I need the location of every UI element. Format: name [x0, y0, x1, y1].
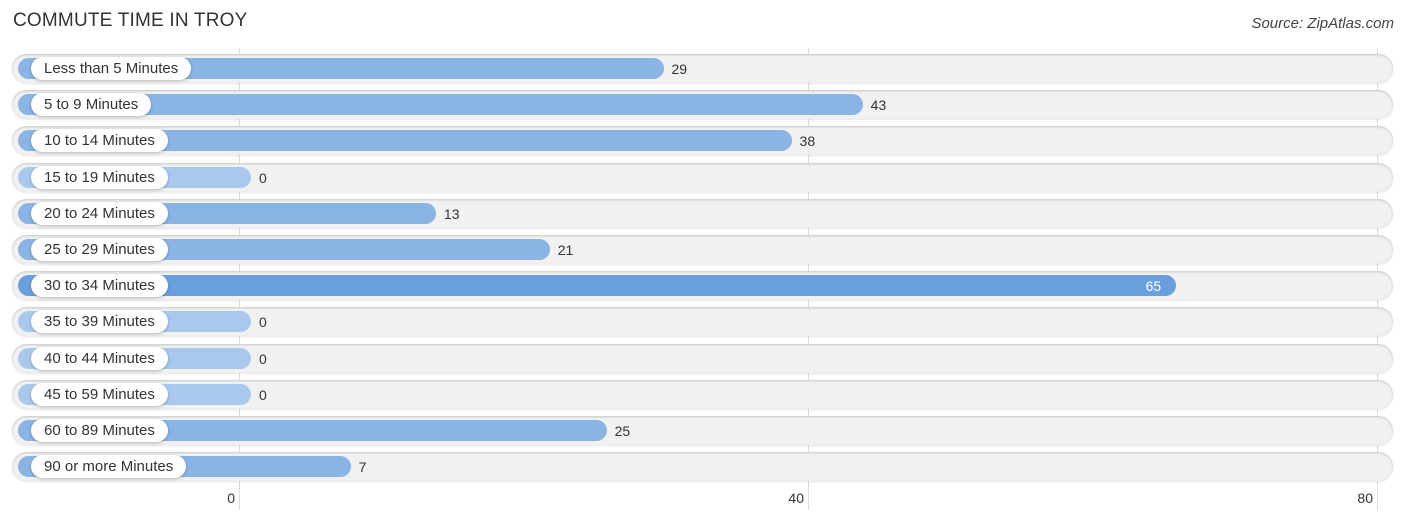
bar-row: 15 to 19 Minutes 0	[12, 162, 1393, 192]
category-label: 20 to 24 Minutes	[31, 201, 168, 225]
bar-row: 35 to 39 Minutes 0	[12, 307, 1393, 337]
bar-row: Less than 5 Minutes 29	[12, 54, 1393, 83]
bar-row: 10 to 14 Minutes 38	[12, 126, 1393, 156]
value-label: 0	[259, 350, 267, 367]
category-label: 40 to 44 Minutes	[31, 346, 168, 370]
category-label: Less than 5 Minutes	[31, 57, 192, 80]
category-label: 25 to 29 Minutes	[31, 238, 168, 261]
bar-row: 25 to 29 Minutes 21	[12, 235, 1393, 264]
category-label: 35 to 39 Minutes	[31, 310, 168, 334]
category-label: 15 to 19 Minutes	[31, 165, 168, 189]
category-label: 45 to 59 Minutes	[31, 382, 168, 406]
bar	[18, 275, 1176, 297]
x-tick-label: 40	[788, 490, 804, 506]
chart-title: COMMUTE TIME IN TROY	[13, 10, 248, 31]
value-label: 38	[799, 133, 816, 150]
value-label: 65	[1145, 278, 1162, 295]
value-label: 13	[443, 205, 460, 222]
category-label: 90 or more Minutes	[31, 455, 187, 479]
bar-row: 90 or more Minutes 7	[12, 452, 1393, 482]
value-label: 0	[259, 386, 267, 403]
x-tick-label: 0	[227, 490, 235, 506]
bar-row: 60 to 89 Minutes 25	[12, 416, 1393, 445]
category-label: 5 to 9 Minutes	[31, 93, 152, 117]
category-label: 10 to 14 Minutes	[31, 129, 168, 153]
category-label: 30 to 34 Minutes	[31, 274, 168, 298]
bar-row: 5 to 9 Minutes 43	[12, 90, 1393, 120]
bar-row: 45 to 59 Minutes 0	[12, 379, 1393, 409]
value-label: 7	[358, 459, 367, 476]
value-label: 0	[259, 169, 267, 186]
value-label: 43	[870, 97, 887, 114]
value-label: 29	[671, 61, 688, 77]
value-label: 0	[259, 314, 267, 331]
bar-row: 40 to 44 Minutes 0	[12, 343, 1393, 373]
source-credit: Source: ZipAtlas.com	[1251, 15, 1394, 32]
value-label: 25	[614, 423, 631, 439]
bar-row: 30 to 34 Minutes 65	[12, 271, 1393, 301]
category-label: 60 to 89 Minutes	[31, 419, 168, 442]
bar-row: 20 to 24 Minutes 13	[12, 198, 1393, 228]
value-label: 21	[557, 242, 574, 258]
x-tick-label: 80	[1357, 490, 1373, 506]
